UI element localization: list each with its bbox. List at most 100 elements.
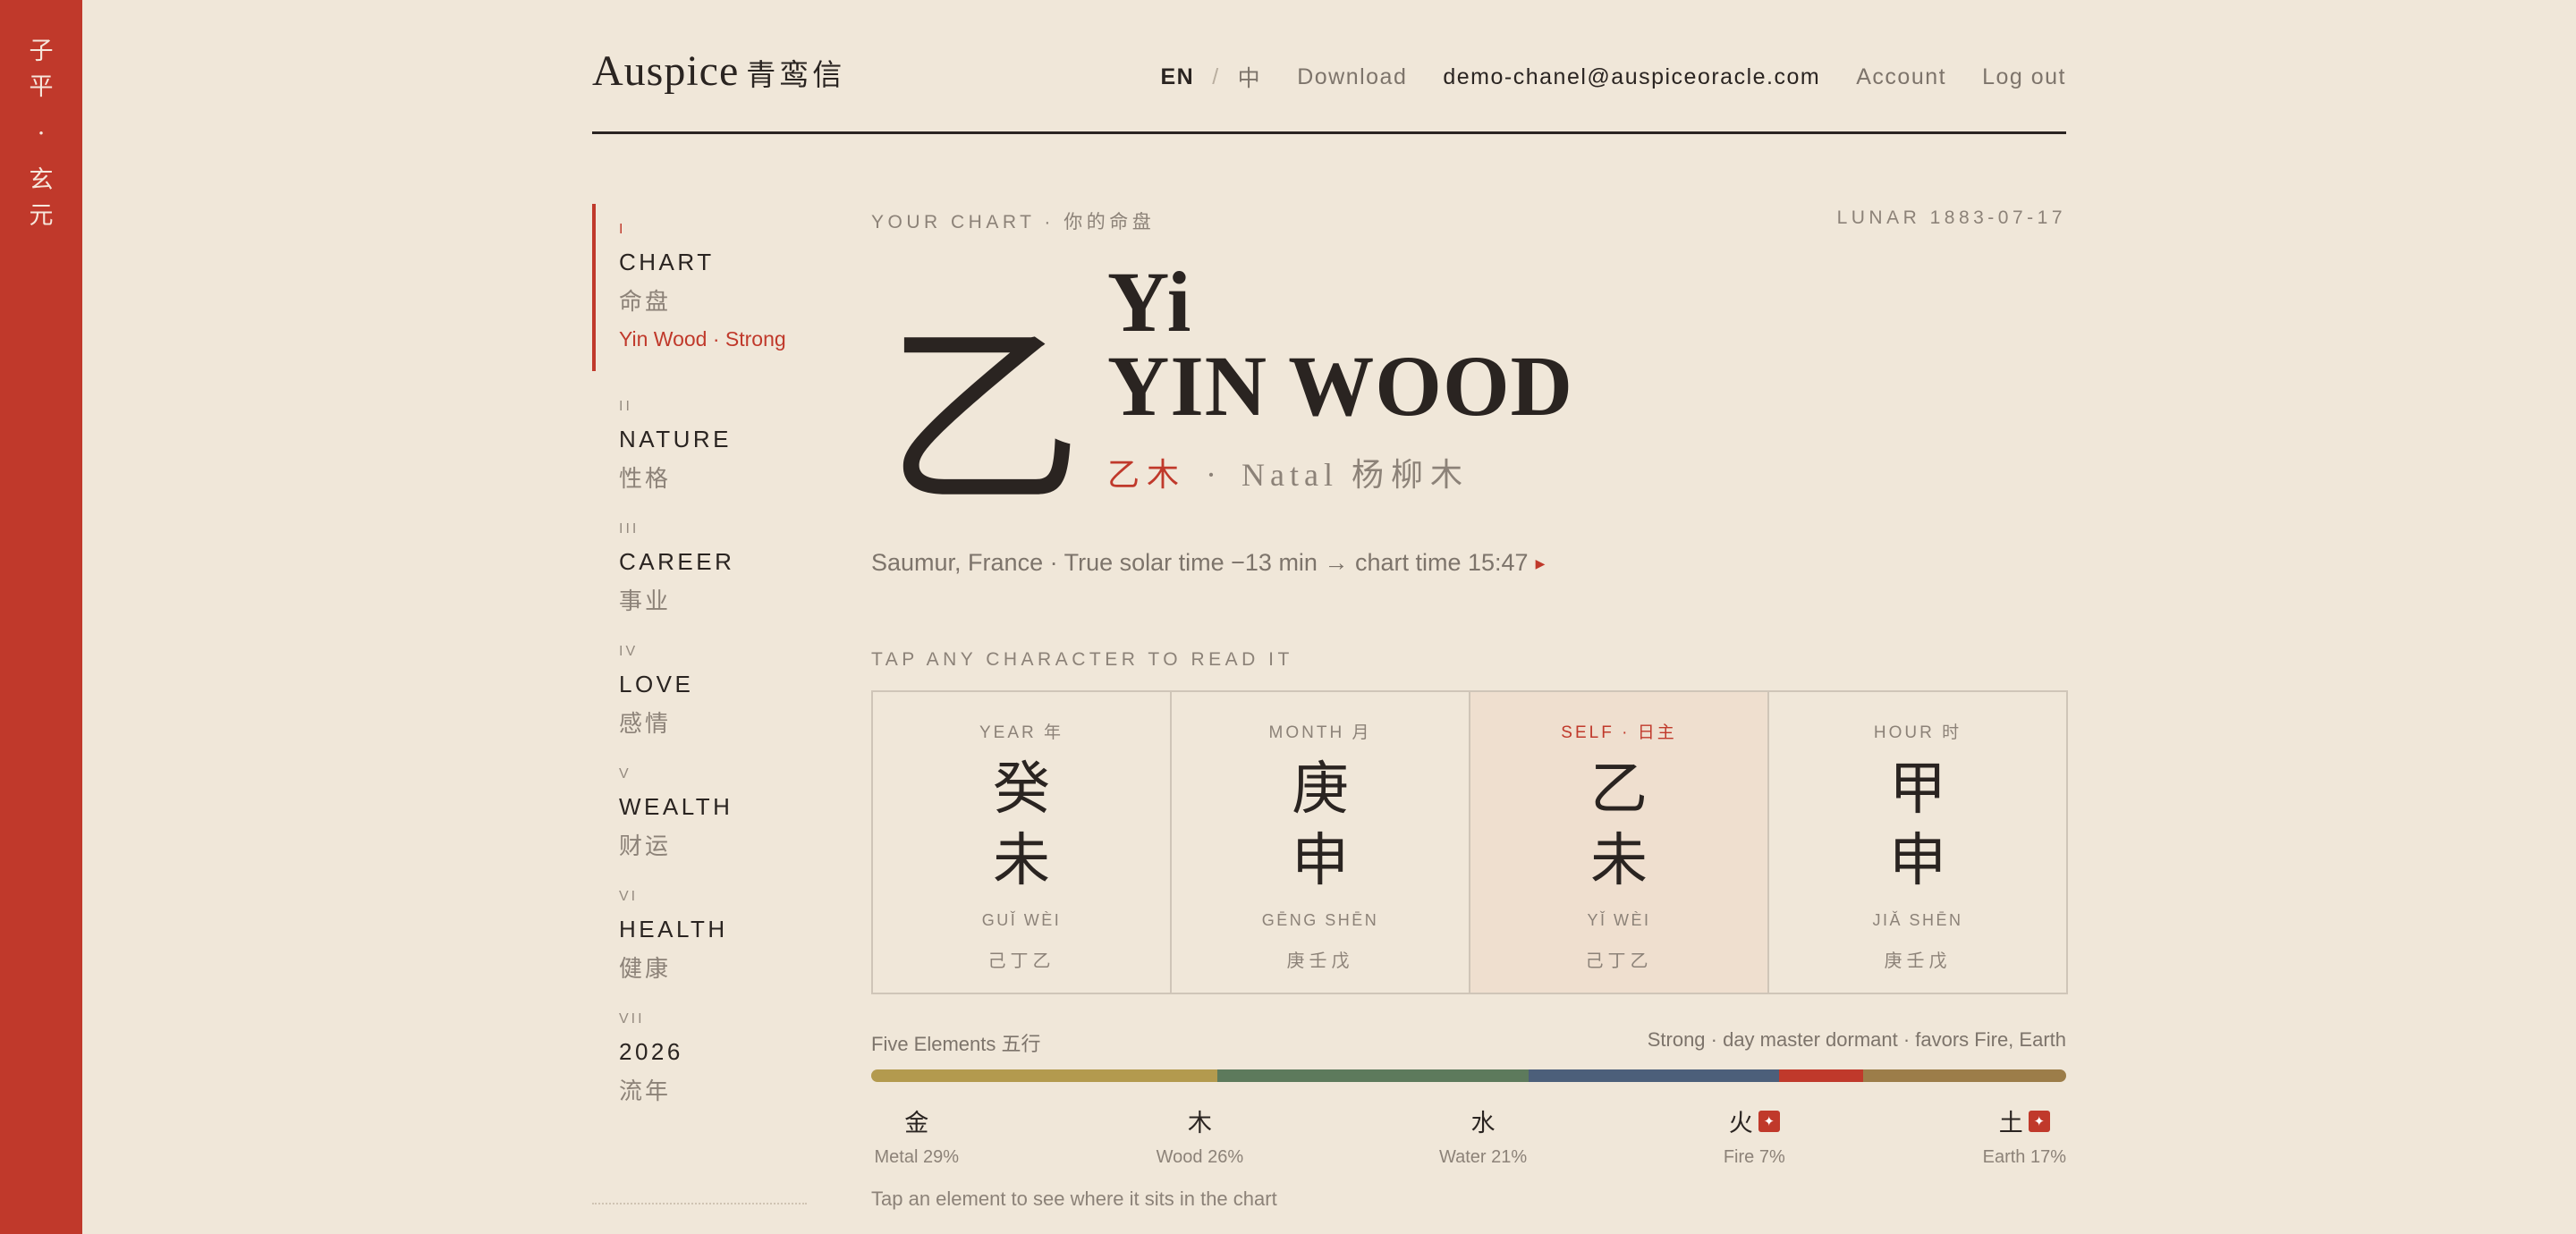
element-glyph: 火 ✦ — [1724, 1103, 1785, 1138]
element-legend-item[interactable]: 金 Metal 29% — [875, 1103, 960, 1168]
element-glyph-text: 水 — [1470, 1110, 1496, 1137]
sidebar: I CHART 命盘 Yin Wood · Strong II NATURE 性… — [592, 204, 807, 1205]
element-segment-1[interactable] — [1217, 1069, 1529, 1082]
element-legend-item[interactable]: 水 Water 21% — [1439, 1103, 1527, 1168]
pillar-pinyin: GUǏ WÈI — [981, 911, 1062, 929]
four-pillars: YEAR 年 癸 未 GUǏ WÈI 己丁乙 MONTH 月 庚 申 GĒNG … — [871, 690, 2068, 994]
element-glyph: 金 — [875, 1103, 960, 1138]
favored-star-icon: ✦ — [2028, 1110, 2050, 1132]
birth-location-line[interactable]: Saumur, France · True solar time −13 min… — [871, 549, 1545, 577]
sidebar-item-label-cn: 感情 — [619, 711, 672, 738]
element-percent-label: Earth 17% — [1982, 1147, 2066, 1167]
sidebar-item-number: VI — [619, 889, 639, 904]
element-glyph-text: 火 — [1728, 1110, 1753, 1137]
title-natal: Natal — [1241, 457, 1338, 493]
sidebar-item-career[interactable]: III CAREER 事业 — [592, 521, 807, 616]
pillar-stem[interactable]: 庚 — [1172, 754, 1469, 825]
sidebar-item-label: CAREER — [619, 548, 735, 575]
account-link[interactable]: Account — [1856, 64, 1946, 90]
rail-char: 平 — [29, 73, 54, 101]
rail-motto: 子 平 · 玄 元 — [0, 34, 82, 234]
sidebar-item-label-cn: 性格 — [619, 466, 672, 493]
pillar-month[interactable]: MONTH 月 庚 申 GĒNG SHĒN 庚壬戊 — [1172, 692, 1470, 993]
pillar-heading: SELF · 日主 — [1561, 723, 1677, 742]
sidebar-item-chart[interactable]: I CHART 命盘 Yin Wood · Strong — [592, 204, 807, 371]
sidebar-item-label: HEALTH — [619, 916, 728, 942]
logout-link[interactable]: Log out — [1982, 64, 2066, 90]
element-legend-item[interactable]: 木 Wood 26% — [1157, 1103, 1243, 1168]
sidebar-item-wealth[interactable]: V WEALTH 财运 — [592, 766, 807, 861]
sidebar-item-2026[interactable]: VII 2026 流年 — [592, 1011, 807, 1106]
sidebar-item-number: V — [619, 766, 631, 782]
sidebar-item-number: III — [619, 521, 640, 537]
element-segment-3[interactable] — [1779, 1069, 1863, 1082]
elements-summary: Strong · day master dormant · favors Fir… — [1647, 1028, 2066, 1051]
element-segment-2[interactable] — [1528, 1069, 1780, 1082]
sidebar-divider — [592, 1203, 807, 1204]
title-subline: 乙木 · Natal 杨柳木 — [1107, 449, 1573, 495]
tap-instruction: TAP ANY CHARACTER TO READ IT — [871, 649, 1293, 670]
download-link[interactable]: Download — [1297, 64, 1407, 90]
pillar-pinyin: GĒNG SHĒN — [1261, 911, 1379, 929]
pillar-heading: MONTH 月 — [1268, 723, 1372, 742]
pillar-year[interactable]: YEAR 年 癸 未 GUǏ WÈI 己丁乙 — [873, 692, 1172, 993]
logo[interactable]: Auspice 青鸾信 — [592, 46, 845, 96]
element-segment-0[interactable] — [871, 1069, 1218, 1082]
element-legend-item[interactable]: 火 ✦ Fire 7% — [1724, 1103, 1785, 1168]
sidebar-item-label-cn: 事业 — [619, 588, 672, 615]
play-icon[interactable]: ▶ — [1536, 556, 1546, 571]
element-legend-item[interactable]: 土 ✦ Earth 17% — [1983, 1103, 2066, 1168]
sidebar-item-label-cn: 健康 — [619, 956, 672, 983]
sidebar-item-health[interactable]: VI HEALTH 健康 — [592, 889, 807, 984]
sidebar-item-label: LOVE — [619, 671, 694, 697]
lang-en-toggle[interactable]: EN — [1160, 64, 1194, 90]
pillar-stem[interactable]: 甲 — [1769, 754, 2066, 825]
pillar-hidden-stems: 庚壬戊 — [1286, 950, 1354, 971]
pillar-stem[interactable]: 乙 — [1470, 754, 1767, 825]
element-percent-label: Wood 26% — [1156, 1147, 1244, 1167]
element-segment-4[interactable] — [1862, 1069, 2066, 1082]
sidebar-item-number: II — [619, 399, 632, 414]
elements-title: Five Elements 五行 — [871, 1033, 1041, 1055]
element-percent-label: Fire 7% — [1723, 1147, 1785, 1167]
pillar-stem[interactable]: 癸 — [873, 754, 1170, 825]
pillar-hour[interactable]: HOUR 时 甲 申 JIǍ SHĒN 庚壬戊 — [1769, 692, 2066, 993]
pillar-branch[interactable]: 申 — [1172, 825, 1469, 897]
element-glyph-text: 金 — [904, 1110, 929, 1137]
element-glyph-text: 木 — [1187, 1110, 1212, 1137]
pillar-pinyin: JIǍ SHĒN — [1872, 911, 1963, 929]
lang-separator: / — [1212, 63, 1220, 89]
sidebar-item-subtitle: Yin Wood · Strong — [619, 327, 786, 351]
sidebar-item-label-cn: 命盘 — [619, 289, 672, 316]
pillar-branch[interactable]: 申 — [1769, 825, 2066, 897]
sidebar-item-label: NATURE — [619, 426, 732, 452]
pillar-self[interactable]: SELF · 日主 乙 未 YǏ WÈI 己丁乙 — [1470, 692, 1769, 993]
sidebar-item-label: 2026 — [619, 1038, 683, 1065]
pillar-hidden-stems: 己丁乙 — [1585, 950, 1653, 971]
pillar-hidden-stems: 庚壬戊 — [1884, 950, 1952, 971]
sidebar-item-label: CHART — [619, 249, 715, 275]
pillar-branch[interactable]: 未 — [873, 825, 1170, 897]
title-dot: · — [1206, 457, 1223, 493]
title-pinyin: Yi — [1107, 254, 1192, 350]
lang-zh-toggle[interactable]: 中 — [1238, 61, 1262, 93]
top-nav: EN / 中 Download demo-chanel@auspiceoracl… — [1160, 61, 2066, 93]
element-glyph: 木 — [1157, 1103, 1243, 1138]
sidebar-item-love[interactable]: IV LOVE 感情 — [592, 644, 807, 739]
pillar-branch[interactable]: 未 — [1470, 825, 1767, 897]
element-percent-label: Water 21% — [1438, 1147, 1528, 1167]
favored-star-icon: ✦ — [1758, 1110, 1780, 1132]
sidebar-item-label-cn: 流年 — [619, 1078, 672, 1105]
title-natal-cn: 杨柳木 — [1351, 457, 1470, 494]
day-master-title: Yi YIN WOOD 乙木 · Natal 杨柳木 — [1107, 258, 1573, 495]
elements-distribution-bar — [871, 1069, 2066, 1082]
sidebar-item-nature[interactable]: II NATURE 性格 — [592, 399, 807, 494]
sidebar-item-number: VII — [619, 1011, 645, 1027]
sidebar-item-number: IV — [619, 644, 639, 659]
rail-char: 子 — [29, 38, 54, 65]
logo-chinese: 青鸾信 — [746, 57, 846, 92]
element-glyph: 土 ✦ — [1983, 1103, 2066, 1138]
lunar-date: LUNAR 1883-07-17 — [1836, 207, 2066, 228]
pillar-heading: YEAR 年 — [979, 723, 1064, 742]
location-text: Saumur, France · True solar time −13 min… — [871, 549, 1529, 576]
